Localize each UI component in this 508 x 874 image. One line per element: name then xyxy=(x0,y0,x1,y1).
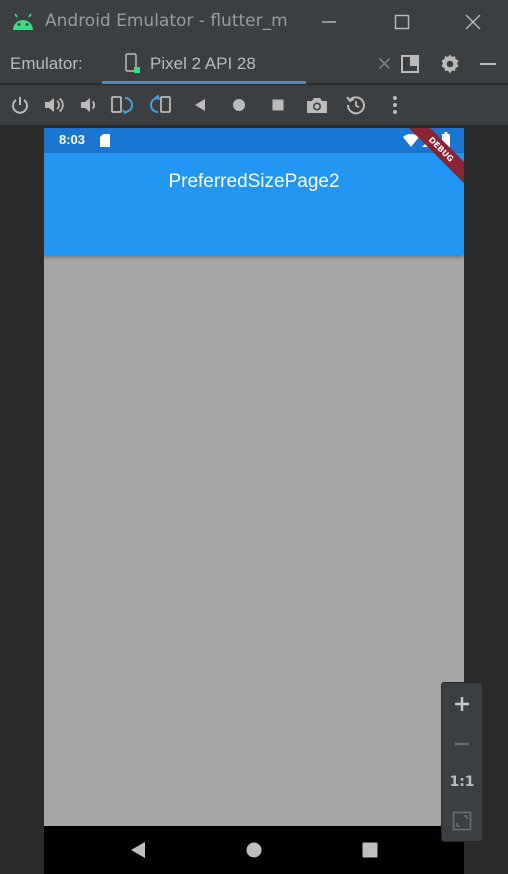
settings-button[interactable] xyxy=(438,52,462,76)
tab-label: Pixel 2 API 28 xyxy=(150,54,256,73)
nav-overview-button[interactable] xyxy=(358,838,382,862)
snapshot-icon xyxy=(346,96,365,115)
home-button[interactable] xyxy=(227,93,251,117)
zoom-fit-button[interactable] xyxy=(442,802,482,840)
home-icon xyxy=(233,99,245,111)
volume-down-button[interactable] xyxy=(76,93,100,117)
window-title: Android Emulator - flutter_m xyxy=(45,11,288,31)
zoom-out-button[interactable] xyxy=(442,725,482,763)
overview-icon xyxy=(272,99,284,111)
app-bar: PreferredSizePage2 xyxy=(44,153,464,255)
volume-down-icon xyxy=(81,98,96,112)
minimize-icon xyxy=(322,21,336,23)
close-button[interactable] xyxy=(438,0,508,44)
status-time: 8:03 xyxy=(59,132,86,147)
fit-screen-icon xyxy=(452,811,472,831)
snapshot-button[interactable] xyxy=(344,93,368,117)
hide-panel-button[interactable] xyxy=(476,52,500,76)
plus-icon xyxy=(455,697,469,711)
nav-back-icon xyxy=(131,842,145,858)
overview-button[interactable] xyxy=(266,93,290,117)
window-title-bar: Android Emulator - flutter_m xyxy=(0,0,508,44)
tab-active-indicator xyxy=(102,81,306,84)
minimize-panel-icon xyxy=(480,63,496,65)
zoom-in-button[interactable] xyxy=(442,685,482,723)
sd-card-icon xyxy=(100,134,110,147)
gear-icon xyxy=(441,54,459,74)
phone-device-icon xyxy=(125,53,140,73)
rotate-left-button[interactable] xyxy=(110,93,134,117)
power-button[interactable] xyxy=(8,93,32,117)
rotate-left-icon xyxy=(111,96,133,115)
more-options-button[interactable] xyxy=(383,93,407,117)
nav-home-button[interactable] xyxy=(242,838,266,862)
tab-pixel-2-api-28[interactable]: Pixel 2 API 28 xyxy=(102,44,390,84)
zoom-controls: 1:1 xyxy=(441,682,483,842)
emulator-tab-bar: Emulator: Pixel 2 API 28 xyxy=(0,44,508,84)
close-icon xyxy=(465,14,481,30)
volume-up-icon xyxy=(45,97,64,113)
back-button[interactable] xyxy=(188,93,212,117)
android-icon xyxy=(13,13,33,30)
power-icon xyxy=(12,97,28,114)
volume-up-button[interactable] xyxy=(42,93,66,117)
more-icon xyxy=(393,96,397,114)
emulator-toolbar xyxy=(0,85,508,125)
minus-icon xyxy=(455,742,469,746)
tab-close-icon[interactable] xyxy=(378,57,391,70)
maximize-button[interactable] xyxy=(367,0,437,44)
nav-home-icon xyxy=(246,842,262,858)
window-mode-icon xyxy=(401,55,419,73)
nav-overview-icon xyxy=(362,842,378,858)
status-bar: 8:03 xyxy=(44,128,464,153)
screenshot-button[interactable] xyxy=(305,93,329,117)
rotate-right-icon xyxy=(150,94,171,113)
zoom-actual-size-button[interactable]: 1:1 xyxy=(442,763,482,801)
emulator-label: Emulator: xyxy=(10,54,83,73)
navigation-bar xyxy=(44,826,464,874)
rotate-right-button[interactable] xyxy=(149,93,173,117)
minimize-button[interactable] xyxy=(294,0,364,44)
zoom-actual-size-label: 1:1 xyxy=(449,774,475,790)
float-window-button[interactable] xyxy=(398,52,422,76)
maximize-icon xyxy=(394,14,410,30)
back-icon xyxy=(195,99,205,111)
nav-back-button[interactable] xyxy=(126,838,150,862)
device-screen[interactable]: 8:03 PreferredSizePage2 DEBUG xyxy=(44,128,464,874)
app-bar-title: PreferredSizePage2 xyxy=(168,171,340,192)
camera-icon xyxy=(307,98,327,113)
